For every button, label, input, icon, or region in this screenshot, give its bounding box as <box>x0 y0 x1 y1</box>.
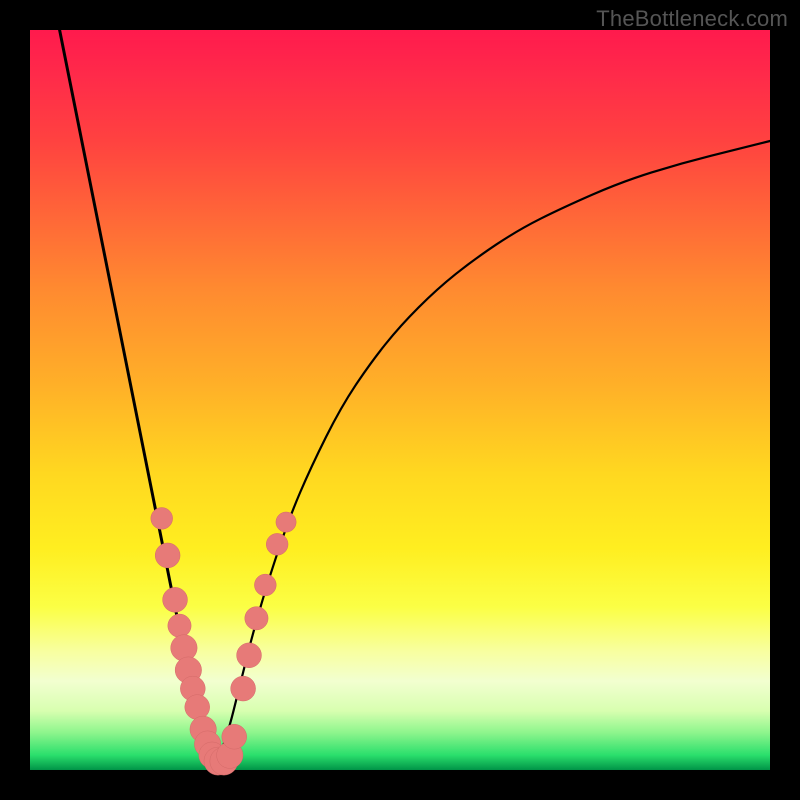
curve-layer <box>60 30 770 770</box>
data-marker <box>231 676 256 701</box>
data-marker <box>151 508 173 530</box>
data-marker <box>266 533 288 555</box>
data-marker <box>222 724 247 749</box>
data-marker <box>185 695 210 720</box>
watermark-label: TheBottleneck.com <box>596 6 788 32</box>
data-marker <box>237 643 262 668</box>
chart-frame: TheBottleneck.com <box>0 0 800 800</box>
curve-right-curve <box>215 141 770 770</box>
data-marker <box>155 543 180 568</box>
data-marker <box>171 635 197 661</box>
chart-svg <box>30 30 770 770</box>
data-marker <box>245 607 268 630</box>
plot-area <box>30 30 770 770</box>
data-marker <box>163 587 188 612</box>
data-marker <box>168 614 191 637</box>
data-marker <box>254 574 276 596</box>
marker-layer <box>151 508 296 776</box>
data-marker <box>276 512 296 532</box>
